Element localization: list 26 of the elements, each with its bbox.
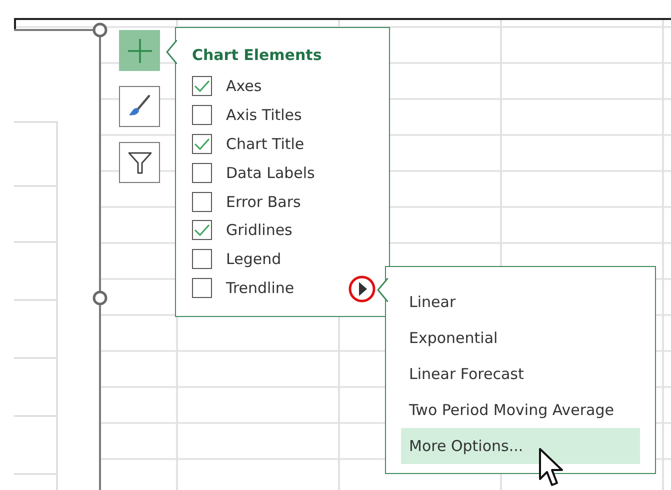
filter-icon [126,150,152,176]
checkbox[interactable] [192,278,212,298]
element-label[interactable]: Data Labels [226,164,315,182]
checkbox[interactable] [192,134,212,154]
checkbox[interactable] [192,162,212,183]
checkbox[interactable] [192,105,212,126]
chart-styles-button[interactable] [119,86,160,127]
checkbox[interactable] [192,249,212,270]
checkbox[interactable] [192,220,212,240]
element-label[interactable]: Legend [226,250,282,268]
element-label[interactable]: Error Bars [226,192,301,211]
panel-title: Chart Elements [192,46,323,64]
menu-item[interactable]: Two Period Moving Average [401,392,640,428]
element-label[interactable]: Chart Title [226,134,304,153]
checkbox[interactable] [192,192,212,212]
element-label[interactable]: Axes [226,77,262,96]
element-label[interactable]: Gridlines [226,221,292,240]
menu-item[interactable]: More Options... [401,428,640,464]
menu-item[interactable]: Linear [401,284,640,320]
menu-item[interactable]: Exponential [401,320,640,356]
checkbox[interactable] [192,76,212,96]
chart-filters-button[interactable] [119,142,160,183]
element-label[interactable]: Trendline [226,278,294,297]
element-label[interactable]: Axis Titles [226,106,302,124]
menu-item[interactable]: Linear Forecast [401,356,640,392]
plus-icon [126,38,152,64]
